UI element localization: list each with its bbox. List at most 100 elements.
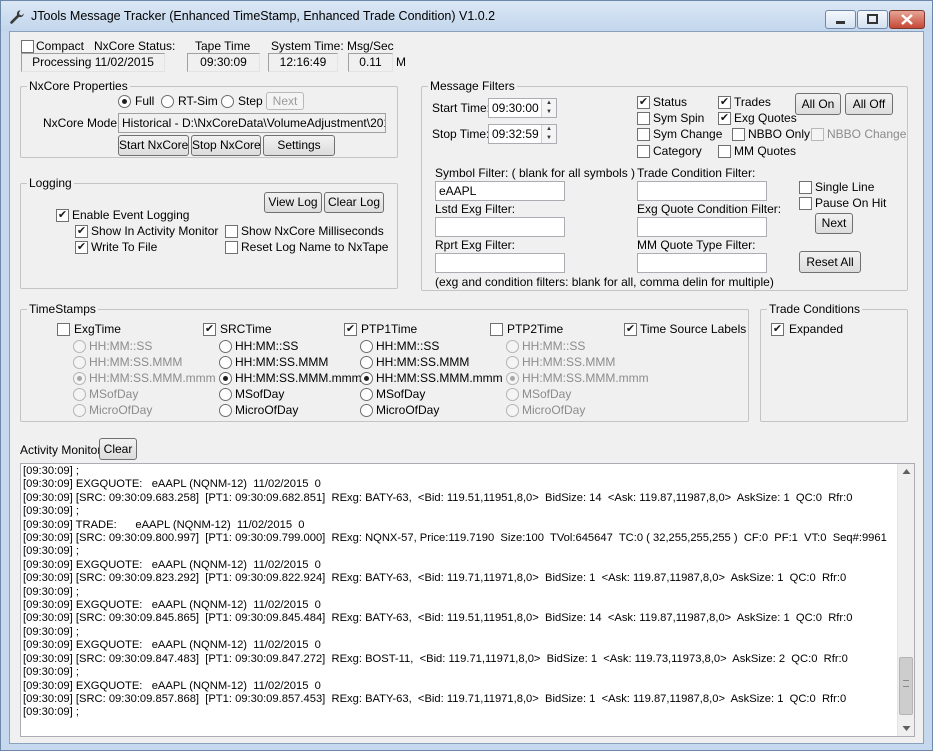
all-off-button[interactable]: All Off <box>845 93 893 115</box>
scroll-up-icon[interactable] <box>902 468 911 475</box>
mode-full-radio[interactable] <box>118 95 131 108</box>
settings-button[interactable]: Settings <box>263 135 335 156</box>
mode-step-radio[interactable] <box>221 95 234 108</box>
timestamp-srctime-format-radio[interactable] <box>219 340 232 353</box>
expanded-checkbox[interactable]: ✔ <box>771 323 784 336</box>
view-log-button[interactable]: View Log <box>264 192 322 213</box>
step-next-button[interactable]: Next <box>266 92 304 110</box>
stop-time-label: Stop Time: <box>432 127 490 141</box>
nxcore-mode-label: NxCore Mode: <box>43 116 121 130</box>
logging-title: Logging <box>27 176 74 190</box>
timestamp-ptp1time-format-radio[interactable] <box>360 340 373 353</box>
clear-log-button[interactable]: Clear Log <box>324 192 384 213</box>
sym-change-checkbox[interactable] <box>637 128 650 141</box>
timestamp-exgtime-format-radio[interactable] <box>73 388 86 401</box>
timestamp-ptp2time-format-radio[interactable] <box>506 372 519 385</box>
stop-time-spinner[interactable]: 09:32:59 ▲ ▼ <box>488 124 557 144</box>
log-line: [09:30:09] EXGQUOTE: eAAPL (NQNM-12) 11/… <box>23 478 321 491</box>
sym-spin-checkbox[interactable] <box>637 112 650 125</box>
show-in-activity-monitor-label: Show In Activity Monitor <box>91 224 219 238</box>
show-in-activity-monitor-checkbox[interactable]: ✔ <box>75 225 88 238</box>
stop-nxcore-button[interactable]: Stop NxCore <box>191 135 261 156</box>
show-nxcore-ms-checkbox[interactable] <box>225 225 238 238</box>
nbbo-change-checkbox[interactable] <box>811 128 824 141</box>
minimize-button[interactable] <box>825 10 856 29</box>
single-line-checkbox[interactable] <box>799 181 812 194</box>
exg-quotes-checkbox[interactable]: ✔ <box>718 112 731 125</box>
timestamp-format-label: HH:MM:SS.MMM.mmm <box>376 371 503 385</box>
trades-filter-checkbox[interactable]: ✔ <box>718 96 731 109</box>
timestamp-exgtime-format-radio[interactable] <box>73 340 86 353</box>
start-time-spinner[interactable]: 09:30:00 ▲ ▼ <box>488 98 557 118</box>
timestamp-format-label: MicroOfDay <box>89 403 153 417</box>
scroll-down-icon[interactable] <box>902 725 911 732</box>
all-on-button[interactable]: All On <box>795 93 841 115</box>
pause-on-hit-checkbox[interactable] <box>799 197 812 210</box>
window-title: JTools Message Tracker (Enhanced TimeSta… <box>31 9 496 23</box>
start-nxcore-button[interactable]: Start NxCore <box>118 135 189 156</box>
reset-log-name-checkbox[interactable] <box>225 241 238 254</box>
timestamp-format-label: MicroOfDay <box>376 403 440 417</box>
maximize-button[interactable] <box>857 10 888 29</box>
timestamp-ptp1time-format-radio[interactable] <box>360 388 373 401</box>
compact-checkbox[interactable] <box>21 40 34 53</box>
symbol-filter-input[interactable]: eAAPL <box>435 181 565 201</box>
sym-change-label: Sym Change <box>653 127 723 141</box>
timestamp-exgtime-format-radio[interactable] <box>73 356 86 369</box>
expanded-label: Expanded <box>789 322 844 336</box>
category-checkbox[interactable] <box>637 145 650 158</box>
timestamp-ptp2time-format-radio[interactable] <box>506 404 519 417</box>
timestamp-exgtime-format-radio[interactable] <box>73 404 86 417</box>
timestamp-srctime-format-radio[interactable] <box>219 404 232 417</box>
mm-quotes-checkbox[interactable] <box>718 145 731 158</box>
nbbo-only-checkbox[interactable] <box>732 128 745 141</box>
write-to-file-checkbox[interactable]: ✔ <box>75 241 88 254</box>
log-line: [09:30:09] EXGQUOTE: eAAPL (NQNM-12) 11/… <box>23 599 321 612</box>
status-filter-label: Status <box>653 95 688 109</box>
time-source-labels-label: Time Source Labels <box>640 322 747 336</box>
timestamp-ptp1time-format-radio[interactable] <box>360 404 373 417</box>
mode-rtsim-label: RT-Sim <box>178 94 218 108</box>
activity-log[interactable]: [09:30:09] ; [09:30:09] EXGQUOTE: eAAPL (… <box>20 463 915 737</box>
msg-sec-value: 0.11 <box>348 53 393 72</box>
timestamp-ptp2time-format-radio[interactable] <box>506 388 519 401</box>
timestamp-ptp2time-checkbox[interactable] <box>490 323 503 336</box>
timestamp-format-label: MSofDay <box>235 387 285 401</box>
nxcore-mode-field[interactable]: Historical - D:\NxCoreData\VolumeAdjustm… <box>118 113 386 133</box>
activity-clear-button[interactable]: Clear <box>99 438 137 460</box>
timestamp-ptp2time-format-radio[interactable] <box>506 340 519 353</box>
scroll-thumb[interactable] <box>899 657 913 715</box>
reset-all-button[interactable]: Reset All <box>799 251 861 273</box>
log-scrollbar[interactable] <box>897 464 914 736</box>
timestamp-srctime-format-radio[interactable] <box>219 388 232 401</box>
trade-condition-filter-input[interactable] <box>637 181 767 201</box>
start-time-value: 09:30:00 <box>492 101 539 115</box>
close-button[interactable] <box>889 10 925 29</box>
timestamp-exgtime-format-radio[interactable] <box>73 372 86 385</box>
timestamp-ptp1time-format-radio[interactable] <box>360 372 373 385</box>
mode-rtsim-radio[interactable] <box>161 95 174 108</box>
timestamp-ptp2time-format-radio[interactable] <box>506 356 519 369</box>
spin-arrows-icon[interactable]: ▲ ▼ <box>541 99 556 117</box>
spin-arrows-icon[interactable]: ▲ ▼ <box>541 125 556 143</box>
mm-quote-type-filter-input[interactable] <box>637 253 767 273</box>
timestamp-srctime-format-radio[interactable] <box>219 372 232 385</box>
time-source-labels-checkbox[interactable]: ✔ <box>624 323 637 336</box>
status-filter-checkbox[interactable]: ✔ <box>637 96 650 109</box>
timestamp-format-label: MSofDay <box>376 387 426 401</box>
log-line: [09:30:09] ; <box>23 666 79 679</box>
exg-quote-condition-filter-input[interactable] <box>637 217 767 237</box>
timestamp-exgtime-checkbox[interactable] <box>57 323 70 336</box>
symbol-filter-label: Symbol Filter: ( blank for all symbols ) <box>435 166 636 180</box>
filter-next-button[interactable]: Next <box>815 213 853 234</box>
activity-log-lines: [09:30:09] ; [09:30:09] EXGQUOTE: eAAPL (… <box>23 465 897 720</box>
lstd-exg-filter-input[interactable] <box>435 217 565 237</box>
log-line: [09:30:09] ; <box>23 545 79 558</box>
timestamp-srctime-format-radio[interactable] <box>219 356 232 369</box>
rprt-exg-filter-input[interactable] <box>435 253 565 273</box>
title-bar[interactable]: JTools Message Tracker (Enhanced TimeSta… <box>1 1 932 31</box>
timestamp-ptp1time-format-radio[interactable] <box>360 356 373 369</box>
enable-event-logging-checkbox[interactable]: ✔ <box>56 209 69 222</box>
timestamp-ptp1time-checkbox[interactable]: ✔ <box>344 323 357 336</box>
timestamp-srctime-checkbox[interactable]: ✔ <box>203 323 216 336</box>
